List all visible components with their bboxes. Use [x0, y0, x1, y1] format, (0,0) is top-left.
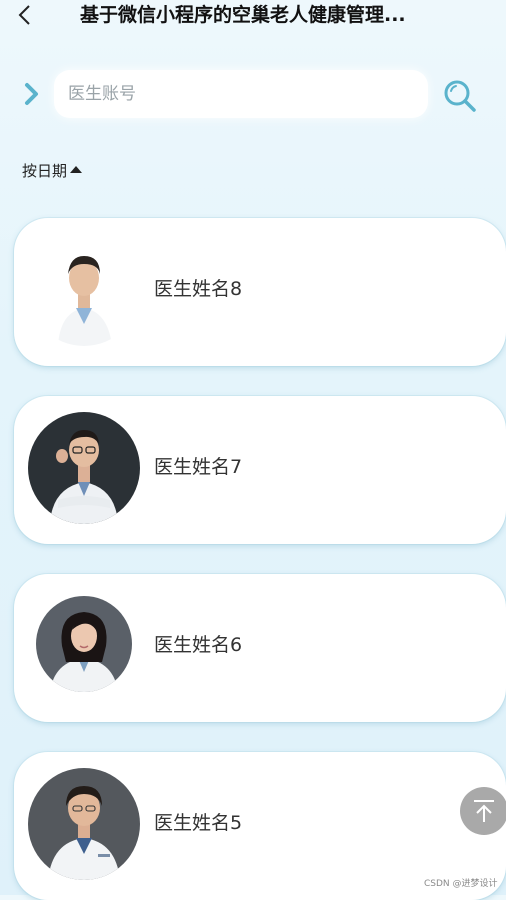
doctor-avatar [36, 596, 132, 692]
expand-button[interactable] [20, 80, 44, 108]
chevron-right-icon [25, 83, 38, 105]
search-input[interactable] [54, 70, 428, 118]
page-title: 基于微信小程序的空巢老人健康管理... [80, 4, 406, 26]
doctor-avatar [28, 768, 140, 880]
sort-by-date-button[interactable]: 按日期 [22, 160, 83, 181]
doctor-avatar [28, 412, 140, 524]
search-row [0, 66, 506, 122]
doctor-card[interactable]: 医生姓名8 [14, 218, 506, 366]
doctor-name: 医生姓名7 [154, 456, 243, 478]
doctor-name: 医生姓名6 [154, 634, 243, 656]
back-to-top-button[interactable] [460, 787, 506, 835]
doctor-avatar [28, 234, 140, 346]
caret-up-icon [70, 166, 83, 173]
back-arrow-icon [18, 5, 30, 25]
arrow-up-to-top-icon [474, 800, 494, 822]
back-button[interactable] [10, 2, 38, 28]
doctor-card[interactable]: 医生姓名6 [14, 574, 506, 722]
search-button[interactable] [440, 76, 480, 116]
doctor-card[interactable]: 医生姓名7 [14, 396, 506, 544]
doctor-name: 医生姓名8 [154, 278, 243, 300]
doctor-name: 医生姓名5 [154, 812, 243, 834]
watermark: CSDN @进梦设计 [424, 879, 498, 889]
header-bar: 基于微信小程序的空巢老人健康管理... [0, 0, 506, 34]
sort-label: 按日期 [22, 162, 68, 180]
search-icon [444, 80, 476, 112]
